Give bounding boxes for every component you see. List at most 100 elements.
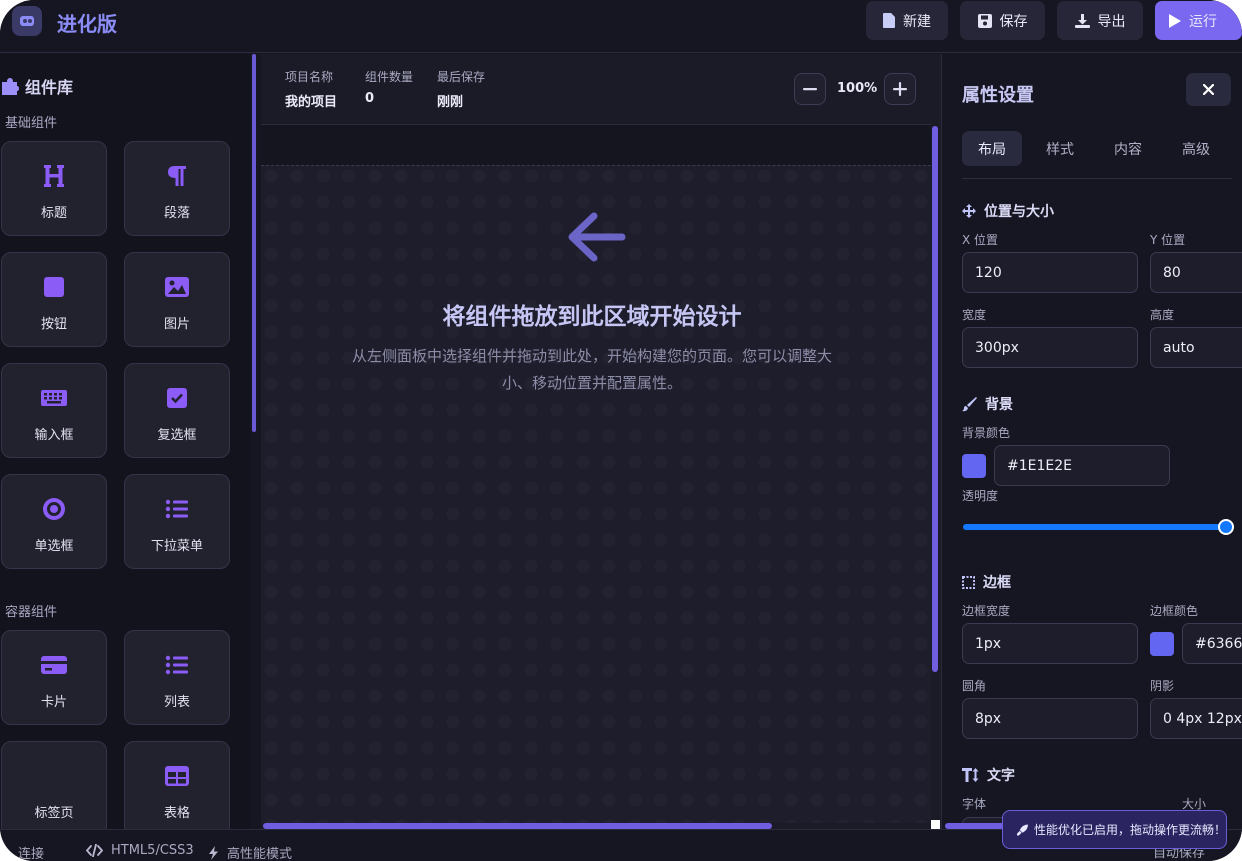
last-saved-value: 刚刚 <box>437 95 464 110</box>
border-width-input[interactable]: 1px <box>962 623 1138 664</box>
canvas-ruler <box>261 124 931 165</box>
width-label: 宽度 <box>962 308 987 322</box>
component-tile-heading[interactable]: 标题 <box>1 141 107 236</box>
x-input[interactable]: 120 <box>962 252 1138 293</box>
radius-label: 圆角 <box>962 679 987 693</box>
component-tile-label: 下拉菜单 <box>150 539 203 554</box>
list-icon <box>165 655 188 675</box>
keyboard-icon <box>41 390 67 406</box>
last-saved-info: 最后保存 刚刚 <box>437 68 485 110</box>
component-count-info: 组件数量 0 <box>365 68 413 106</box>
top-bar: 进化版 新建 保存 导出 运行 <box>0 0 1242 53</box>
opacity-slider-thumb[interactable] <box>1218 519 1234 535</box>
card-icon <box>41 656 67 674</box>
table-icon <box>165 766 189 786</box>
zoom-out-button[interactable] <box>794 73 826 105</box>
save-button-label: 保存 <box>999 13 1028 30</box>
paragraph-icon <box>168 166 186 186</box>
toast-text: 性能优化已启用，拖动操作更流畅！ <box>1033 823 1226 837</box>
close-button[interactable] <box>1186 73 1231 106</box>
project-name-value: 我的项目 <box>285 95 338 110</box>
component-tile-label: 列表 <box>163 695 190 710</box>
status-tech: HTML5/CSS3 <box>86 843 194 858</box>
move-icon <box>962 204 976 218</box>
component-tile-card[interactable]: 卡片 <box>1 630 107 725</box>
text-size-icon <box>962 768 979 782</box>
run-button[interactable]: 运行 <box>1155 1 1242 40</box>
component-tile-paragraph[interactable]: 段落 <box>124 141 230 236</box>
code-icon <box>86 844 103 857</box>
run-button-label: 运行 <box>1189 13 1217 30</box>
new-button[interactable]: 新建 <box>866 1 948 40</box>
tab-style[interactable]: 样式 <box>1030 131 1090 166</box>
border-color-label: 边框颜色 <box>1150 604 1199 618</box>
border-color-input[interactable]: #6366F1 <box>1182 623 1242 664</box>
tab-layout[interactable]: 布局 <box>962 131 1022 166</box>
brush-icon <box>962 396 977 411</box>
y-input[interactable]: 80 <box>1150 252 1242 293</box>
section-border-title: 边框 <box>983 575 1011 591</box>
height-label: 高度 <box>1150 308 1175 322</box>
component-tile-label: 单选框 <box>34 539 74 554</box>
shadow-input[interactable]: 0 4px 12px rgba <box>1150 698 1242 739</box>
height-input[interactable]: auto <box>1150 327 1242 368</box>
file-icon <box>883 13 895 28</box>
component-tile-label: 输入框 <box>34 428 74 443</box>
library-title-text: 组件库 <box>25 78 74 97</box>
tab-content[interactable]: 内容 <box>1098 131 1158 166</box>
zoom-in-button[interactable] <box>884 73 916 105</box>
play-icon <box>1169 13 1181 28</box>
border-color-swatch[interactable] <box>1150 632 1174 656</box>
component-tile-input[interactable]: 输入框 <box>1 363 107 458</box>
component-tile-radio[interactable]: 单选框 <box>1 474 107 569</box>
section-text-title: 文字 <box>987 768 1015 784</box>
bolt-icon <box>209 845 218 860</box>
properties-panel: 属性设置 布局 样式 内容 高级 位置与大小 X 位置 Y 位置 120 80 … <box>941 54 1242 829</box>
background-color-swatch[interactable] <box>962 454 986 478</box>
tab-advanced[interactable]: 高级 <box>1166 131 1226 166</box>
component-tile-checkbox[interactable]: 复选框 <box>124 363 230 458</box>
component-tile-dropdown[interactable]: 下拉菜单 <box>124 474 230 569</box>
component-tile-button[interactable]: 按钮 <box>1 252 107 347</box>
performance-toast: 性能优化已启用，拖动操作更流畅！ <box>1002 810 1227 849</box>
logo-icon <box>12 6 42 36</box>
component-tile-table[interactable]: 表格 <box>124 741 230 829</box>
x-label: X 位置 <box>962 233 999 247</box>
arrow-left-icon <box>568 212 626 262</box>
component-count-label: 组件数量 <box>365 70 414 84</box>
font-label: 字体 <box>962 797 987 811</box>
scrollbar-corner <box>931 820 940 829</box>
save-button[interactable]: 保存 <box>960 1 1045 40</box>
component-tile-label: 段落 <box>163 206 190 221</box>
background-color-label: 背景颜色 <box>962 426 1011 440</box>
rocket-icon <box>1017 824 1028 835</box>
component-tile-tabs[interactable]: 标签页 <box>1 741 107 829</box>
library-title: 组件库 <box>2 74 73 98</box>
section-position: 位置与大小 <box>962 201 1054 221</box>
component-tile-label: 卡片 <box>40 695 67 710</box>
section-background: 背景 <box>962 394 1013 414</box>
download-icon <box>1074 13 1090 28</box>
background-color-input[interactable]: #1E1E2E <box>994 445 1170 486</box>
plus-icon <box>893 82 907 96</box>
opacity-slider-track[interactable] <box>963 524 1226 530</box>
drop-zone[interactable]: 将组件拖放到此区域开始设计 从左侧面板中选择组件并拖动到此处，开始构建您的页面。… <box>261 165 931 823</box>
component-tile-label: 标签页 <box>34 806 74 821</box>
design-area: 项目名称 我的项目 组件数量 0 最后保存 刚刚 100% 将组件拖放到此区域开… <box>261 54 941 829</box>
component-tile-image[interactable]: 图片 <box>124 252 230 347</box>
group-label-container: 容器组件 <box>5 605 58 620</box>
component-tile-label: 复选框 <box>157 428 197 443</box>
radius-input[interactable]: 8px <box>962 698 1138 739</box>
heading-icon <box>44 165 64 187</box>
status-mode-text: 高性能模式 <box>227 847 293 861</box>
drop-zone-description: 从左侧面板中选择组件并拖动到此处，开始构建您的页面。您可以调整大小、移动位置并配… <box>351 347 832 392</box>
opacity-label: 透明度 <box>962 489 999 503</box>
border-icon <box>962 575 975 589</box>
component-tile-list[interactable]: 列表 <box>124 630 230 725</box>
width-input[interactable]: 300px <box>962 327 1138 368</box>
puzzle-icon <box>2 77 19 95</box>
component-count-value: 0 <box>365 91 375 106</box>
canvas-vertical-scrollbar[interactable] <box>932 126 938 672</box>
library-scrollbar[interactable] <box>252 54 256 432</box>
export-button[interactable]: 导出 <box>1057 1 1143 40</box>
